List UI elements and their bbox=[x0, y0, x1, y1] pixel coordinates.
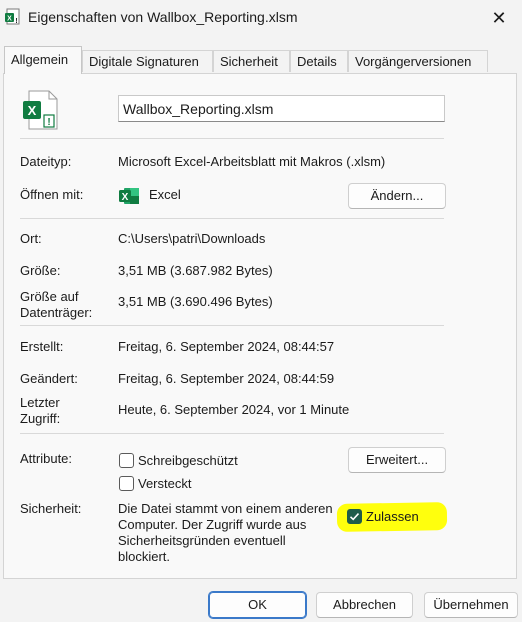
apply-button[interactable]: Übernehmen bbox=[424, 592, 518, 618]
tab-digitale-signaturen[interactable]: Digitale Signaturen bbox=[82, 50, 213, 72]
size-on-disk-label: Größe auf Datenträger: bbox=[20, 289, 93, 320]
excel-macro-file-icon: X ! bbox=[23, 90, 58, 130]
readonly-checkbox[interactable] bbox=[119, 453, 134, 468]
size-label: Größe: bbox=[20, 263, 61, 278]
svg-text:X: X bbox=[7, 16, 12, 23]
hidden-checkbox[interactable] bbox=[119, 476, 134, 491]
close-icon: ✕ bbox=[491, 7, 507, 28]
svg-text:X: X bbox=[122, 192, 129, 203]
change-button[interactable]: Ändern... bbox=[348, 183, 446, 209]
ok-button[interactable]: OK bbox=[208, 591, 307, 619]
tab-sicherheit[interactable]: Sicherheit bbox=[213, 50, 290, 72]
checkmark-icon bbox=[349, 513, 360, 521]
open-with-label: Öffnen mit: bbox=[20, 187, 84, 202]
accessed-label: Letzter Zugriff: bbox=[20, 395, 61, 426]
modified-label: Geändert: bbox=[20, 371, 78, 386]
size-value: 3,51 MB (3.687.982 Bytes) bbox=[118, 263, 273, 278]
tab-vorgaengerversionen[interactable]: Vorgängerversionen bbox=[348, 50, 488, 72]
open-with-value: Excel bbox=[149, 187, 181, 202]
svg-text:!: ! bbox=[15, 18, 17, 25]
separator bbox=[20, 138, 444, 139]
location-label: Ort: bbox=[20, 231, 42, 246]
svg-text:X: X bbox=[28, 103, 37, 118]
unblock-label: Zulassen bbox=[366, 509, 419, 524]
title-bar: X ! Eigenschaften von Wallbox_Reporting.… bbox=[0, 0, 522, 36]
excel-app-icon: X bbox=[119, 188, 139, 204]
separator bbox=[20, 325, 444, 326]
security-label: Sicherheit: bbox=[20, 501, 82, 516]
readonly-label: Schreibgeschützt bbox=[138, 453, 238, 468]
tab-allgemein[interactable]: Allgemein bbox=[4, 46, 82, 74]
attributes-label: Attribute: bbox=[20, 451, 73, 466]
svg-text:!: ! bbox=[47, 117, 50, 128]
unblock-checkbox[interactable] bbox=[347, 509, 362, 524]
cancel-button[interactable]: Abbrechen bbox=[316, 592, 413, 618]
close-button[interactable]: ✕ bbox=[476, 0, 522, 36]
hidden-label: Versteckt bbox=[138, 476, 192, 491]
advanced-button[interactable]: Erweitert... bbox=[348, 447, 446, 473]
size-on-disk-value: 3,51 MB (3.690.496 Bytes) bbox=[118, 294, 273, 309]
window-title: Eigenschaften von Wallbox_Reporting.xlsm bbox=[28, 9, 298, 25]
accessed-value: Heute, 6. September 2024, vor 1 Minute bbox=[118, 402, 350, 417]
created-value: Freitag, 6. September 2024, 08:44:57 bbox=[118, 339, 335, 354]
file-type-label: Dateityp: bbox=[20, 154, 72, 169]
file-type-value: Microsoft Excel-Arbeitsblatt mit Makros … bbox=[118, 154, 386, 169]
location-value: C:\Users\patri\Downloads bbox=[118, 231, 266, 246]
file-name-input[interactable] bbox=[118, 95, 445, 122]
modified-value: Freitag, 6. September 2024, 08:44:59 bbox=[118, 371, 335, 386]
separator bbox=[20, 433, 444, 434]
separator bbox=[20, 218, 444, 219]
security-warning-text: Die Datei stammt von einem anderen Compu… bbox=[118, 501, 333, 564]
tab-details[interactable]: Details bbox=[290, 50, 348, 72]
file-properties-icon: X ! bbox=[5, 8, 20, 25]
created-label: Erstellt: bbox=[20, 339, 64, 354]
